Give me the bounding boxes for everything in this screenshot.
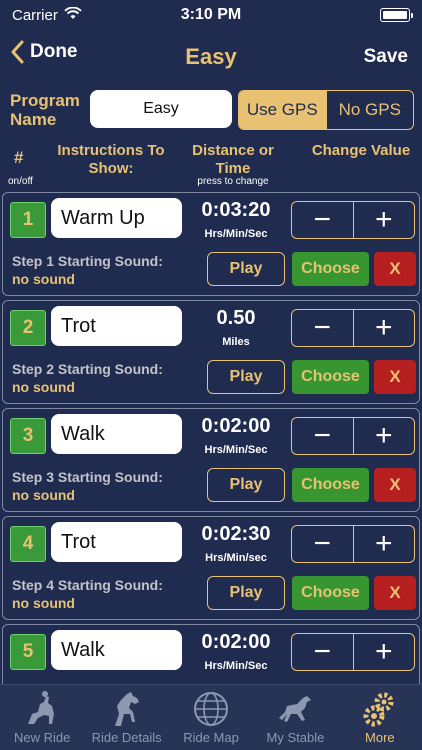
- sound-value: no sound: [12, 271, 75, 287]
- remove-sound-button[interactable]: X: [374, 576, 416, 610]
- tab-label: More: [365, 730, 395, 745]
- horse-icon: [114, 692, 139, 726]
- increment-button[interactable]: +: [352, 634, 415, 670]
- tab-label: Ride Details: [91, 730, 162, 745]
- value-stepper: − +: [291, 633, 415, 671]
- tab-bar: New Ride Ride Details Ride Map My Stable…: [0, 684, 422, 750]
- program-name-label: Program Name: [10, 91, 80, 129]
- increment-button[interactable]: +: [352, 310, 415, 346]
- step-value[interactable]: 0:03:20: [186, 199, 286, 222]
- sound-value: no sound: [12, 379, 75, 395]
- step-unit[interactable]: Hrs/Min/Sec: [186, 228, 286, 240]
- value-stepper: − +: [291, 309, 415, 347]
- step-number-toggle[interactable]: 2: [10, 310, 46, 346]
- step-row: 4 Trot 0:02:30 Hrs/Min/sec − + Step 4 St…: [2, 516, 420, 620]
- value-stepper: − +: [291, 201, 415, 239]
- step-unit[interactable]: Miles: [186, 336, 286, 348]
- play-button[interactable]: Play: [207, 252, 285, 286]
- increment-button[interactable]: +: [352, 526, 415, 562]
- battery-icon: [380, 8, 413, 22]
- remove-sound-button[interactable]: X: [374, 468, 416, 502]
- column-header-change: Change Value: [311, 142, 411, 159]
- tab-ride-details[interactable]: Ride Details: [84, 685, 168, 750]
- tab-ride-map[interactable]: Ride Map: [169, 685, 253, 750]
- gears-icon: [363, 692, 394, 727]
- play-button[interactable]: Play: [207, 468, 285, 502]
- sound-label: Step 4 Starting Sound:: [12, 577, 163, 593]
- done-button[interactable]: Done: [10, 40, 78, 64]
- tab-label: Ride Map: [183, 730, 239, 745]
- step-number-toggle[interactable]: 4: [10, 526, 46, 562]
- decrement-button[interactable]: −: [292, 526, 353, 562]
- step-unit[interactable]: Hrs/Min/Sec: [186, 444, 286, 456]
- step-value[interactable]: 0.50: [186, 307, 286, 330]
- sound-value: no sound: [12, 487, 75, 503]
- decrement-button[interactable]: −: [292, 310, 353, 346]
- remove-sound-button[interactable]: X: [374, 252, 416, 286]
- column-header-onoff: on/off: [8, 176, 33, 187]
- decrement-button[interactable]: −: [292, 634, 353, 670]
- increment-button[interactable]: +: [352, 418, 415, 454]
- choose-sound-button[interactable]: Choose: [292, 360, 369, 394]
- tab-my-stable[interactable]: My Stable: [253, 685, 337, 750]
- step-name-field[interactable]: Warm Up: [51, 198, 182, 238]
- status-bar: Carrier 3:10 PM: [0, 0, 422, 30]
- tab-label: New Ride: [14, 730, 71, 745]
- program-name-field[interactable]: Easy: [90, 90, 232, 128]
- column-header-distance: Distance or Time: [192, 142, 274, 177]
- no-gps-segment[interactable]: No GPS: [325, 91, 414, 129]
- remove-sound-button[interactable]: X: [374, 360, 416, 394]
- carrier-label: Carrier: [12, 6, 58, 24]
- play-button[interactable]: Play: [207, 360, 285, 394]
- step-value[interactable]: 0:02:00: [186, 631, 286, 654]
- nav-bar: Done Easy Save: [0, 32, 422, 84]
- step-unit[interactable]: Hrs/Min/Sec: [186, 660, 286, 672]
- column-header-instructions: Instructions To Show:: [57, 142, 165, 177]
- step-row: 3 Walk 0:02:00 Hrs/Min/Sec − + Step 3 St…: [2, 408, 420, 512]
- step-name-field[interactable]: Walk: [51, 414, 182, 454]
- sound-label: Step 1 Starting Sound:: [12, 253, 163, 269]
- save-button[interactable]: Save: [364, 46, 408, 68]
- play-button[interactable]: Play: [207, 576, 285, 610]
- tab-label: My Stable: [266, 730, 325, 745]
- tab-more[interactable]: More: [338, 685, 422, 750]
- decrement-button[interactable]: −: [292, 202, 353, 238]
- step-value[interactable]: 0:02:00: [186, 415, 286, 438]
- step-value[interactable]: 0:02:30: [186, 523, 286, 546]
- globe-icon: [194, 692, 229, 726]
- step-unit[interactable]: Hrs/Min/sec: [186, 552, 286, 564]
- step-name-field[interactable]: Trot: [51, 306, 182, 346]
- step-number-toggle[interactable]: 1: [10, 202, 46, 238]
- column-header-press-hint: press to change: [197, 176, 269, 187]
- rider-icon: [28, 691, 55, 724]
- tab-new-ride[interactable]: New Ride: [0, 685, 84, 750]
- step-number-toggle[interactable]: 5: [10, 634, 46, 670]
- chevron-left-icon: [11, 40, 24, 64]
- use-gps-segment[interactable]: Use GPS: [239, 91, 326, 129]
- step-row: 1 Warm Up 0:03:20 Hrs/Min/Sec − + Step 1…: [2, 192, 420, 296]
- step-row: 5 Walk 0:02:00 Hrs/Min/Sec − +: [2, 624, 420, 684]
- decrement-button[interactable]: −: [292, 418, 353, 454]
- value-stepper: − +: [291, 525, 415, 563]
- choose-sound-button[interactable]: Choose: [292, 252, 369, 286]
- done-label: Done: [30, 41, 78, 62]
- gps-segmented-control: Use GPS No GPS: [238, 90, 414, 130]
- choose-sound-button[interactable]: Choose: [292, 468, 369, 502]
- step-row: 2 Trot 0.50 Miles − + Step 2 Starting So…: [2, 300, 420, 404]
- increment-button[interactable]: +: [352, 202, 415, 238]
- step-number-toggle[interactable]: 3: [10, 418, 46, 454]
- status-left: Carrier: [12, 6, 82, 24]
- sound-label: Step 2 Starting Sound:: [12, 361, 163, 377]
- choose-sound-button[interactable]: Choose: [292, 576, 369, 610]
- step-name-field[interactable]: Walk: [51, 630, 182, 670]
- wifi-icon: [64, 6, 82, 24]
- step-name-field[interactable]: Trot: [51, 522, 182, 562]
- column-header-number: #: [14, 148, 24, 167]
- sound-label: Step 3 Starting Sound:: [12, 469, 163, 485]
- sound-value: no sound: [12, 595, 75, 611]
- value-stepper: − +: [291, 417, 415, 455]
- horse-running-icon: [279, 696, 312, 722]
